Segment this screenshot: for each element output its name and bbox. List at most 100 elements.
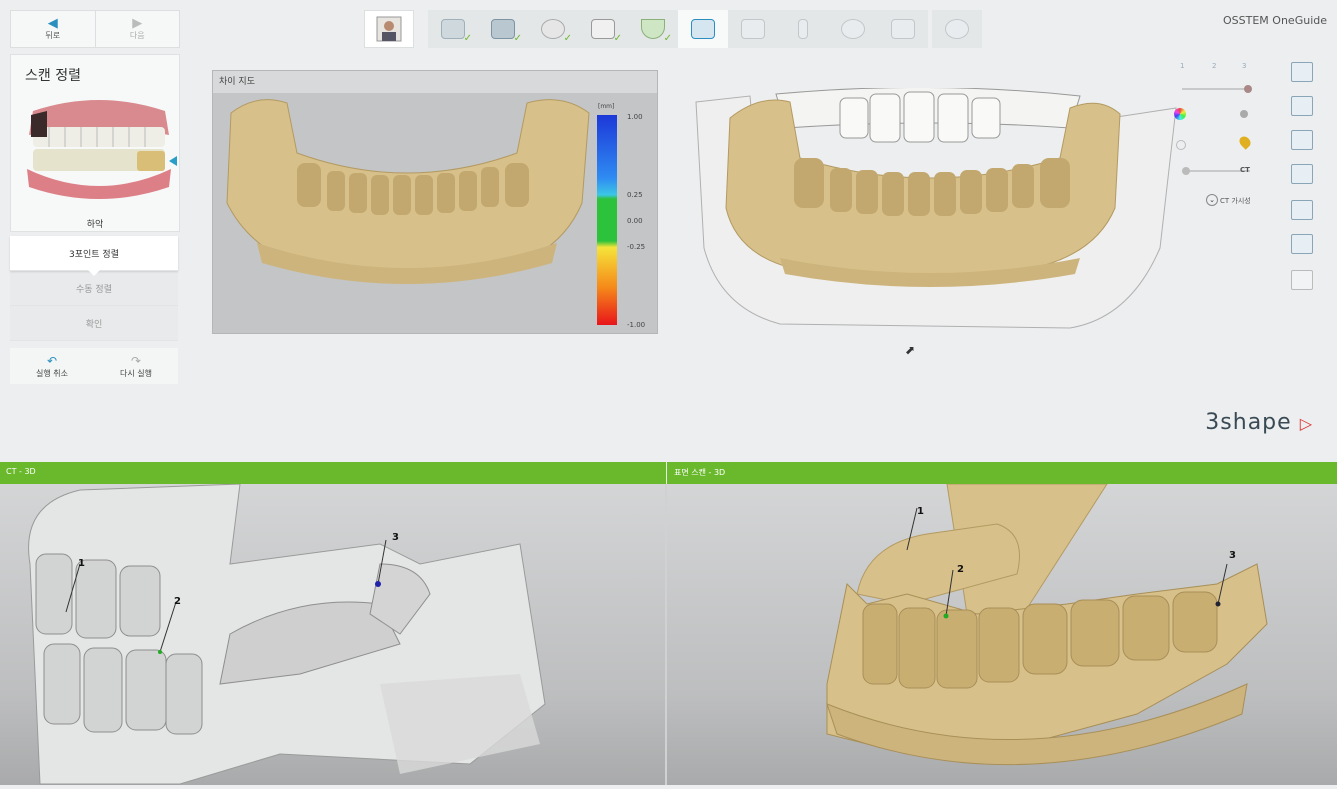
difference-map-title: 차이 지도 bbox=[213, 71, 657, 93]
dot-icon[interactable] bbox=[1240, 110, 1248, 118]
view-bottom-icon[interactable] bbox=[1291, 234, 1313, 254]
brand-label: OSSTEM OneGuide bbox=[1223, 14, 1327, 27]
guide-step[interactable] bbox=[728, 10, 778, 48]
ct-3d-title: CT - 3D bbox=[6, 467, 36, 476]
scale-label-zero: 0.00 bbox=[627, 217, 643, 225]
ct-visibility-label[interactable]: CT 가시성 bbox=[1220, 196, 1251, 206]
patient-photo-button[interactable] bbox=[364, 10, 414, 48]
surface-scan-3d-model bbox=[826, 483, 1268, 766]
patient-photo-icon bbox=[376, 16, 402, 42]
ct-landmark-2: 2 bbox=[174, 596, 181, 607]
radio-icon[interactable] bbox=[1176, 140, 1186, 150]
check-icon: ✓ bbox=[463, 33, 472, 44]
sleeve-step[interactable] bbox=[828, 10, 878, 48]
step-confirm[interactable]: 확인 bbox=[10, 306, 178, 341]
scale-label-min: -1.00 bbox=[627, 321, 646, 329]
sleeve-icon bbox=[841, 19, 865, 39]
view-front-icon[interactable] bbox=[1291, 96, 1313, 116]
guide-icon bbox=[741, 19, 765, 39]
view-back-icon[interactable] bbox=[1291, 200, 1313, 220]
landmark-pin-icon[interactable] bbox=[1237, 134, 1253, 150]
stop-2: 2 bbox=[1212, 62, 1217, 70]
redo-icon: ↷ bbox=[130, 353, 142, 368]
crown-step[interactable]: ✓ bbox=[528, 10, 578, 48]
model-icon bbox=[491, 19, 515, 39]
panel-step[interactable]: ✓ bbox=[578, 10, 628, 48]
ct-3d-view[interactable]: 1 2 3 bbox=[0, 483, 665, 785]
logo-triangle-icon: ▷ bbox=[1299, 414, 1313, 433]
surface-scan-3d-view[interactable]: 1 2 3 bbox=[667, 483, 1337, 785]
check-icon: ✓ bbox=[613, 33, 622, 44]
next-button[interactable]: ▶ 다음 bbox=[96, 11, 180, 47]
scale-unit: [mm] bbox=[598, 103, 615, 110]
difference-map[interactable]: 차이 지도 [mm] 1.00 0.25 0.00 -0.25 -1.00 bbox=[212, 70, 658, 334]
next-label: 다음 bbox=[129, 31, 145, 40]
arch-icon bbox=[641, 19, 665, 39]
settings-group bbox=[932, 10, 982, 48]
slider-thumb[interactable] bbox=[1182, 167, 1190, 175]
arch-step[interactable]: ✓ bbox=[628, 10, 678, 48]
scale-label-upper: 0.25 bbox=[627, 191, 643, 199]
back-button[interactable]: ◀ 뒤로 bbox=[11, 11, 95, 47]
slider-thumb[interactable] bbox=[1244, 85, 1252, 93]
check-icon: ✓ bbox=[513, 33, 522, 44]
back-label: 뒤로 bbox=[45, 31, 61, 40]
scan-landmark-3: 3 bbox=[1229, 550, 1236, 561]
scan-import-step[interactable]: ✓ bbox=[428, 10, 478, 48]
step-3point[interactable]: 3포인트 정렬 bbox=[10, 236, 178, 276]
view-side-icon[interactable] bbox=[1291, 130, 1313, 150]
step-manual[interactable]: 수동 정렬 bbox=[10, 271, 178, 306]
alignment-step[interactable] bbox=[678, 10, 728, 48]
view-top-icon[interactable] bbox=[1291, 164, 1313, 184]
logo-text: 3shape bbox=[1205, 410, 1292, 435]
redo-button[interactable]: ↷ 다시 실행 bbox=[94, 348, 178, 384]
settings-step[interactable] bbox=[932, 10, 982, 48]
export-step[interactable] bbox=[878, 10, 928, 48]
workflow-toolbar: ✓ ✓ ✓ ✓ ✓ bbox=[364, 10, 982, 48]
3shape-logo: 3shape ▷ bbox=[1205, 410, 1313, 435]
crown-icon bbox=[541, 19, 565, 39]
mouse-cursor: ⬈ bbox=[905, 343, 916, 357]
arrow-right-icon: ▶ bbox=[132, 16, 143, 31]
scan-landmark-2: 2 bbox=[957, 564, 964, 575]
surface-scan-3d-title: 표면 스캔 - 3D bbox=[674, 468, 726, 477]
scan-alignment-panel: 스캔 정렬 하악 bbox=[10, 54, 180, 232]
check-icon: ✓ bbox=[663, 33, 672, 44]
chevron-down-icon[interactable]: ⌄ bbox=[1206, 194, 1218, 206]
jaw-label: 하악 bbox=[86, 220, 104, 230]
undo-button[interactable]: ↶ 실행 취소 bbox=[10, 348, 94, 384]
scan-import-icon bbox=[441, 19, 465, 39]
main-3d-view[interactable] bbox=[690, 88, 1180, 338]
scale-label-max: 1.00 bbox=[627, 113, 643, 121]
arrow-left-icon: ◀ bbox=[47, 16, 58, 31]
difference-map-jaw bbox=[226, 99, 590, 284]
scan-slider[interactable] bbox=[1182, 85, 1252, 93]
stop-3: 3 bbox=[1242, 62, 1247, 70]
alignment-steps: 3포인트 정렬 수동 정렬 확인 bbox=[10, 236, 178, 341]
undo-icon: ↶ bbox=[46, 353, 58, 368]
scale-label-lower: -0.25 bbox=[627, 243, 646, 251]
model-step[interactable]: ✓ bbox=[478, 10, 528, 48]
undo-redo-box: ↶ 실행 취소 ↷ 다시 실행 bbox=[10, 348, 178, 384]
measure-icon[interactable] bbox=[1291, 270, 1313, 290]
bottom-view-header: CT - 3D 표면 스캔 - 3D bbox=[0, 462, 1337, 484]
panel-icon bbox=[591, 19, 615, 39]
ct-3d-model bbox=[28, 483, 546, 785]
ct-landmark-1: 1 bbox=[78, 558, 85, 569]
settings-icon bbox=[945, 19, 969, 39]
color-wheel-icon[interactable] bbox=[1174, 108, 1186, 120]
jaw-thumbnail[interactable] bbox=[19, 91, 179, 215]
view-tool-icon[interactable] bbox=[1291, 62, 1313, 82]
scan-landmark-1: 1 bbox=[917, 506, 924, 517]
undo-label: 실행 취소 bbox=[36, 368, 68, 378]
workflow-steps: ✓ ✓ ✓ ✓ ✓ bbox=[428, 10, 928, 48]
color-scale bbox=[597, 115, 617, 325]
implant-step[interactable] bbox=[778, 10, 828, 48]
panel-title: 스캔 정렬 bbox=[25, 68, 81, 84]
redo-label: 다시 실행 bbox=[120, 368, 152, 378]
check-icon: ✓ bbox=[563, 33, 572, 44]
ct-landmark-3[interactable]: 3 bbox=[392, 532, 399, 543]
alignment-icon bbox=[691, 19, 715, 39]
implant-icon bbox=[798, 19, 808, 39]
ct-label: CT bbox=[1240, 166, 1250, 174]
